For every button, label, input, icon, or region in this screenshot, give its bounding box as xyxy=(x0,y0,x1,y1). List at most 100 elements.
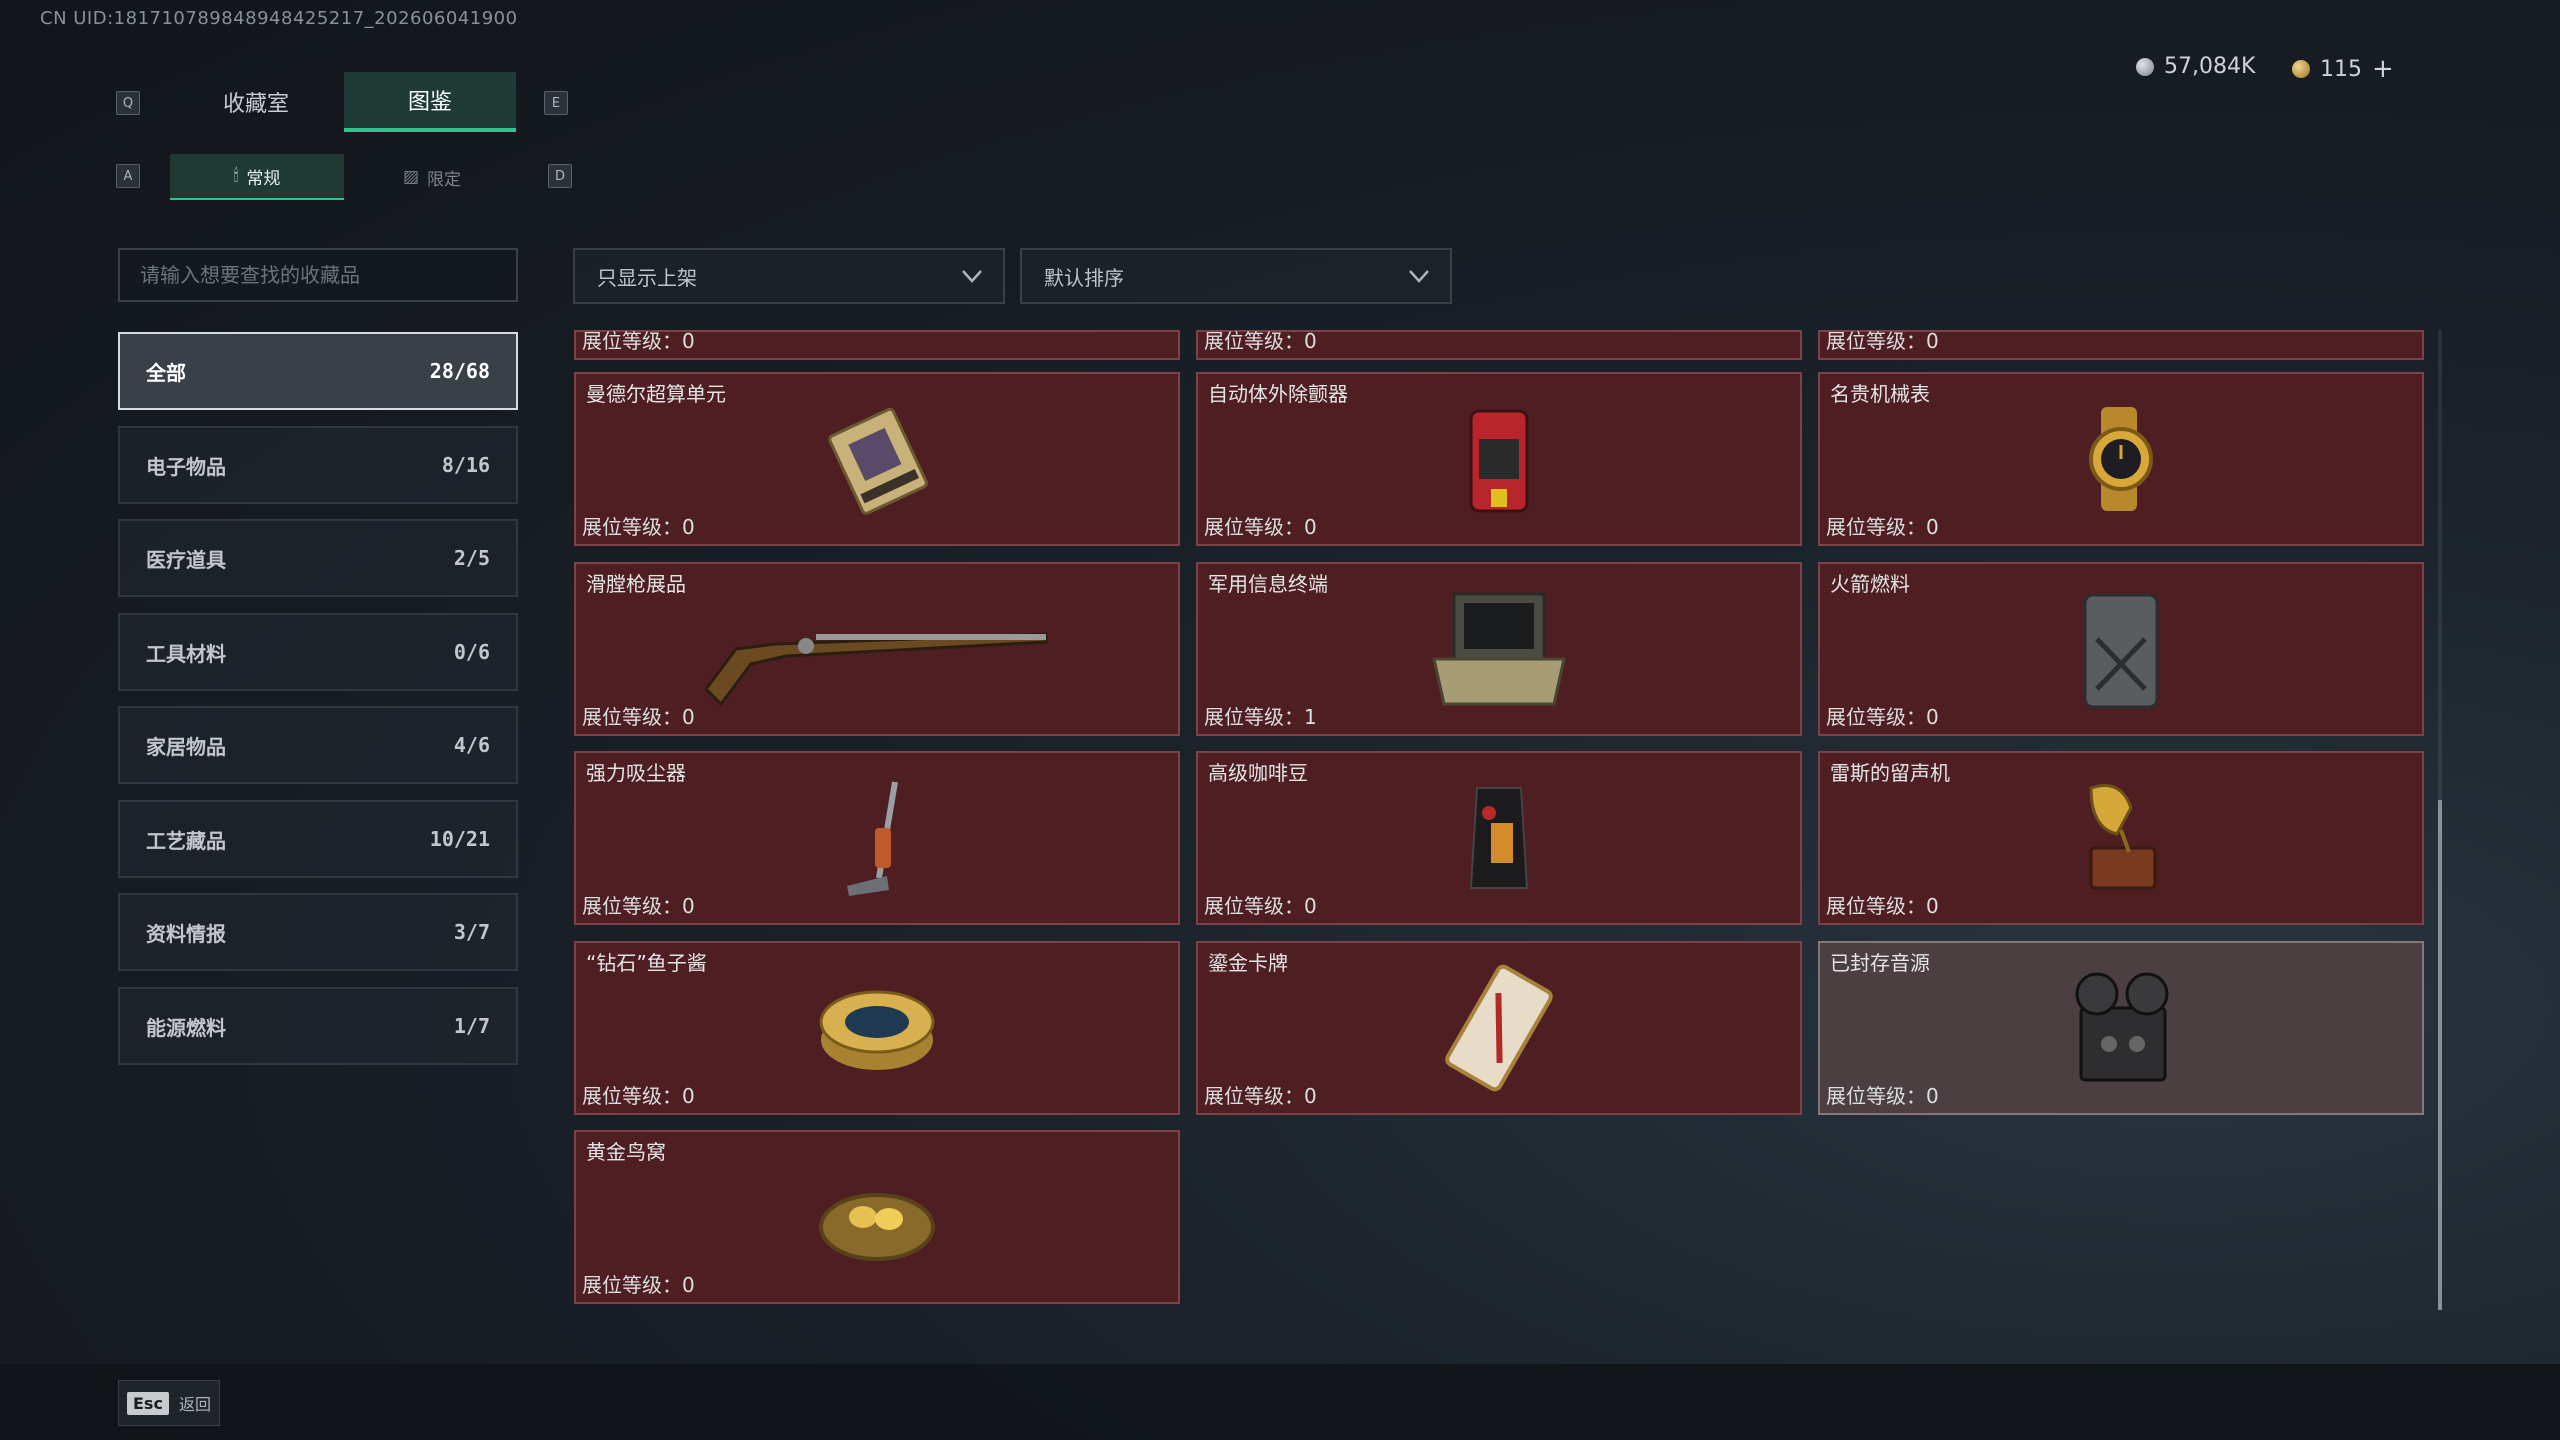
category-count: 8/16 xyxy=(441,453,490,477)
add-gold-button[interactable]: + xyxy=(2372,54,2394,84)
category-label: 全部 xyxy=(146,360,186,385)
vacuum-cleaner-icon xyxy=(847,781,898,896)
item-level: 展位等级：0 xyxy=(1826,330,1939,353)
gold-amount: 115 xyxy=(2320,56,2362,82)
item-card-partial[interactable]: 展位等级：0 xyxy=(1818,330,2424,360)
military-terminal-icon xyxy=(1432,592,1566,706)
category-label: 能源燃料 xyxy=(146,1015,226,1040)
item-name: 雷斯的留声机 xyxy=(1830,761,1950,785)
item-card-partial[interactable]: 展位等级：0 xyxy=(574,330,1180,360)
item-name: 曼德尔超算单元 xyxy=(586,382,726,406)
search-input[interactable] xyxy=(118,248,518,302)
category-label: 工艺藏品 xyxy=(146,828,226,853)
item-name: 滑膛枪展品 xyxy=(586,572,686,596)
item-level: 展位等级：0 xyxy=(1204,894,1317,918)
item-level: 展位等级：0 xyxy=(1826,894,1939,918)
item-name: 高级咖啡豆 xyxy=(1208,761,1308,785)
gilded-card-icon xyxy=(1445,964,1553,1092)
tab-collection-room[interactable]: 收藏室 xyxy=(170,72,342,132)
back-label: 返回 xyxy=(178,1395,211,1414)
category-tools[interactable]: 工具材料 0/6 xyxy=(118,613,518,691)
item-card-fuel-canister[interactable]: 火箭燃料 展位等级：0 xyxy=(1818,562,2424,736)
category-count: 10/21 xyxy=(429,827,490,851)
item-name: 强力吸尘器 xyxy=(586,761,686,785)
sort-dropdown[interactable]: 默认排序 xyxy=(1020,248,1452,304)
scrollbar-thumb[interactable] xyxy=(2438,800,2442,1310)
chevron-down-icon xyxy=(962,270,982,283)
item-card-gold-watch[interactable]: 名贵机械表 展位等级：0 xyxy=(1818,372,2424,546)
category-count: 0/6 xyxy=(453,640,490,664)
subtab-limited-label: 限定 xyxy=(427,169,462,190)
item-card-golden-nest[interactable]: 黄金鸟窝 展位等级：0 xyxy=(574,1130,1180,1304)
silver-coin-icon xyxy=(2136,57,2154,76)
reel-recorder-icon xyxy=(2075,972,2169,1082)
item-card-supercomputer-unit[interactable]: 曼德尔超算单元 展位等级：0 xyxy=(574,372,1180,546)
back-button[interactable]: Esc 返回 xyxy=(118,1380,220,1426)
item-level: 展位等级：0 xyxy=(1204,1084,1317,1108)
tab-codex[interactable]: 图鉴 xyxy=(344,72,516,132)
item-card-defibrillator[interactable]: 自动体外除颤器 展位等级：0 xyxy=(1196,372,1802,546)
category-label: 资料情报 xyxy=(146,921,226,946)
item-level: 展位等级：0 xyxy=(582,1273,695,1297)
esc-key-icon: Esc xyxy=(127,1391,169,1415)
item-card-coffee-beans[interactable]: 高级咖啡豆 展位等级：0 xyxy=(1196,751,1802,925)
item-level: 展位等级：0 xyxy=(582,894,695,918)
item-name: 已封存音源 xyxy=(1830,951,1930,975)
limited-icon: ▨ xyxy=(402,167,420,187)
category-energy[interactable]: 能源燃料 1/7 xyxy=(118,987,518,1065)
item-card-sealed-audio[interactable]: 已封存音源 展位等级：0 xyxy=(1818,941,2424,1115)
item-level: 展位等级：1 xyxy=(1204,705,1317,729)
key-hint-a: A xyxy=(116,164,140,188)
supercomputer-unit-icon xyxy=(828,407,928,515)
category-intel[interactable]: 资料情报 3/7 xyxy=(118,893,518,971)
category-medical[interactable]: 医疗道具 2/5 xyxy=(118,519,518,597)
subtab-limited[interactable]: ▨ 限定 xyxy=(346,154,518,200)
item-level: 展位等级：0 xyxy=(1204,330,1317,353)
item-card-musket[interactable]: 滑膛枪展品 展位等级：0 xyxy=(574,562,1180,736)
item-name: 黄金鸟窝 xyxy=(586,1140,666,1164)
item-name: 军用信息终端 xyxy=(1208,572,1328,596)
item-card-partial[interactable]: 展位等级：0 xyxy=(1196,330,1802,360)
defibrillator-icon xyxy=(1469,409,1529,513)
gold-coin-icon xyxy=(2292,60,2310,78)
gold-currency: 115 + xyxy=(2292,54,2394,84)
category-label: 家居物品 xyxy=(146,734,226,759)
category-all[interactable]: 全部 28/68 xyxy=(118,332,518,410)
item-level: 展位等级：0 xyxy=(582,705,695,729)
shelf-filter-dropdown[interactable]: 只显示上架 xyxy=(573,248,1005,304)
item-name: “钻石”鱼子酱 xyxy=(586,951,707,975)
sort-value: 默认排序 xyxy=(1044,265,1124,290)
category-household[interactable]: 家居物品 4/6 xyxy=(118,706,518,784)
category-count: 4/6 xyxy=(453,733,490,757)
category-electronics[interactable]: 电子物品 8/16 xyxy=(118,426,518,504)
item-card-gilded-card[interactable]: 鎏金卡牌 展位等级：0 xyxy=(1196,941,1802,1115)
item-card-gramophone[interactable]: 雷斯的留声机 展位等级：0 xyxy=(1818,751,2424,925)
item-card-military-terminal[interactable]: 军用信息终端 展位等级：1 xyxy=(1196,562,1802,736)
bottom-bar xyxy=(0,1364,2560,1440)
category-crafts[interactable]: 工艺藏品 10/21 xyxy=(118,800,518,878)
subtab-regular-label: 常规 xyxy=(246,168,281,189)
gold-watch-icon xyxy=(2089,407,2153,511)
gramophone-icon xyxy=(2089,784,2157,890)
regular-icon: 🕯 xyxy=(233,166,239,186)
item-level: 展位等级：0 xyxy=(1204,515,1317,539)
silver-currency: 57,084K xyxy=(2136,54,2255,79)
uid-text: CN UID:181710789848948425217_20260604190… xyxy=(40,8,518,29)
coffee-bag-icon xyxy=(1469,787,1529,889)
item-card-caviar[interactable]: “钻石”鱼子酱 展位等级：0 xyxy=(574,941,1180,1115)
category-count: 2/5 xyxy=(453,546,490,570)
item-level: 展位等级：0 xyxy=(582,515,695,539)
category-count: 3/7 xyxy=(453,920,490,944)
item-level: 展位等级：0 xyxy=(1826,1084,1939,1108)
item-level: 展位等级：0 xyxy=(582,1084,695,1108)
silver-amount: 57,084K xyxy=(2164,54,2256,79)
item-level: 展位等级：0 xyxy=(582,330,695,353)
item-level: 展位等级：0 xyxy=(1826,705,1939,729)
fuel-canister-icon xyxy=(2083,593,2159,709)
collection-grid: 展位等级：0 展位等级：0 展位等级：0 曼德尔超算单元 展位等级：0 自动体外… xyxy=(574,330,2424,1310)
item-card-vacuum-cleaner[interactable]: 强力吸尘器 展位等级：0 xyxy=(574,751,1180,925)
key-hint-e: E xyxy=(544,91,568,115)
item-level: 展位等级：0 xyxy=(1826,515,1939,539)
chevron-down-icon xyxy=(1409,270,1429,283)
subtab-regular[interactable]: 🕯 常规 xyxy=(170,154,344,200)
